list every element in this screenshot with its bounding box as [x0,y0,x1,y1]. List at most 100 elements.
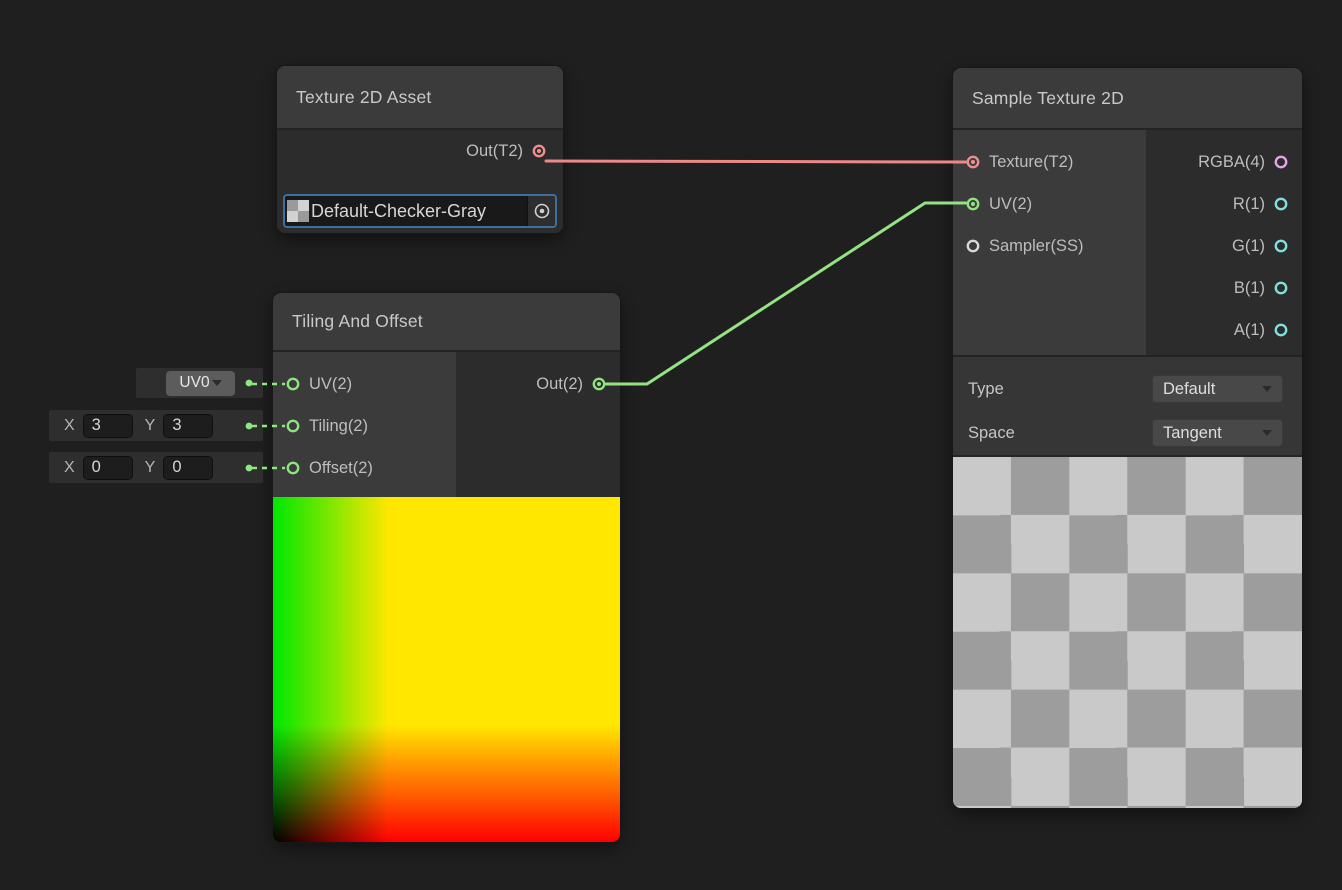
offset-y-field[interactable]: 0 [163,456,213,480]
tiling-x-field[interactable]: 3 [83,414,133,438]
port-row-g1: G(1) [1146,225,1302,267]
port-g1-output[interactable] [1274,239,1288,253]
node-header-tiling-and-offset[interactable]: Tiling And Offset [273,293,620,352]
port-uv2-input[interactable] [286,377,300,391]
shader-graph-canvas[interactable]: Texture 2D Asset Out(T2) Default-Checker… [0,0,1342,890]
port-row-texture: Texture(T2) [953,141,1146,183]
picker-dot [539,209,544,214]
port-ring [288,379,298,389]
port-texture-t2-input[interactable] [966,155,980,169]
port-ring [1276,283,1286,293]
node-sample-texture-2d[interactable]: Sample Texture 2D Texture(T2) UV(2) [953,68,1302,808]
space-dropdown-value: Tangent [1163,424,1260,443]
port-b1-output[interactable] [1274,281,1288,295]
uv-gradient-preview [273,497,620,842]
port-row-uv: UV(2) [953,183,1146,225]
port-label: Out(T2) [466,142,523,161]
node-header-texture-2d-asset[interactable]: Texture 2D Asset [277,66,563,130]
port-ring [1276,241,1286,251]
input-column: Texture(T2) UV(2) Sampler(SS) [953,130,1146,355]
port-label: UV(2) [989,195,1032,214]
output-column: RGBA(4) R(1) G(1) [1146,130,1302,355]
object-field-value: Default-Checker-Gray [311,201,527,222]
port-a1-output[interactable] [1274,323,1288,337]
port-label: RGBA(4) [1198,153,1265,172]
edge-tilingoffset-out-to-sample-uv[interactable] [606,203,966,384]
tiling-value-widget: X 3 Y 3 [49,410,263,441]
uv-channel-dropdown[interactable]: UV0 [166,371,235,396]
node-tiling-and-offset[interactable]: Tiling And Offset UV(2) Tiling(2) [273,293,620,842]
uv-channel-widget: UV0 [136,368,263,398]
port-label: Out(2) [536,375,583,394]
output-column: Out(2) [456,352,620,497]
space-label: Space [968,424,1152,443]
port-ring [288,421,298,431]
port-out2-output[interactable] [592,377,606,391]
port-dot [597,382,601,386]
port-ring [1276,199,1286,209]
edge-textureasset-out-to-sample-texture[interactable] [546,161,966,162]
port-row-sampler: Sampler(SS) [953,225,1146,267]
offset-x-field[interactable]: 0 [83,456,133,480]
type-dropdown-value: Default [1163,380,1260,399]
input-column: UV(2) Tiling(2) Offset(2) [273,352,456,497]
texture-thumbnail-icon [287,200,309,222]
node-settings-section: Type Default Space Tangent [953,355,1302,455]
port-sampler-ss-input[interactable] [966,239,980,253]
connector-dot-tiling [244,421,254,431]
x-label: X [64,417,75,435]
node-title: Texture 2D Asset [296,87,431,108]
chevron-down-icon [212,380,222,386]
port-row-out2: Out(2) [456,363,620,405]
object-picker-button[interactable] [527,196,555,226]
node-texture-2d-asset[interactable]: Texture 2D Asset Out(T2) Default-Checker… [277,66,563,233]
type-dropdown[interactable]: Default [1152,375,1283,403]
port-rgba4-output[interactable] [1274,155,1288,169]
port-row-b1: B(1) [1146,267,1302,309]
port-dot [537,149,541,153]
object-picker-icon [533,202,551,220]
type-row: Type Default [953,367,1302,411]
y-label: Y [145,417,156,435]
port-label: R(1) [1233,195,1265,214]
node-title: Sample Texture 2D [972,88,1124,109]
type-label: Type [968,380,1152,399]
port-row-out-t2: Out(T2) [277,130,563,172]
port-out-t2[interactable] [532,144,546,158]
port-ring [1276,157,1286,167]
y-label: Y [145,459,156,477]
port-uv2-input[interactable] [966,197,980,211]
space-row: Space Tangent [953,411,1302,455]
x-label: X [64,459,75,477]
port-offset2-input[interactable] [286,461,300,475]
port-ring [968,241,978,251]
port-label: A(1) [1234,321,1265,340]
port-row-offset: Offset(2) [273,447,456,489]
port-label: UV(2) [309,375,352,394]
sampled-texture-preview [953,455,1302,808]
chevron-down-icon [1262,430,1272,436]
port-row-a1: A(1) [1146,309,1302,351]
port-r1-output[interactable] [1274,197,1288,211]
port-ring [1276,325,1286,335]
port-row-r1: R(1) [1146,183,1302,225]
tiling-y-field[interactable]: 3 [163,414,213,438]
port-section: Texture(T2) UV(2) Sampler(SS) [953,130,1302,355]
node-title: Tiling And Offset [292,311,423,332]
texture-object-field[interactable]: Default-Checker-Gray [283,194,557,228]
chevron-down-icon [1262,386,1272,392]
port-label: Sampler(SS) [989,237,1083,256]
port-dot [971,160,975,164]
port-section: UV(2) Tiling(2) Offset(2) Out(2) [273,352,620,497]
port-row-tiling: Tiling(2) [273,405,456,447]
port-label: Texture(T2) [989,153,1073,172]
port-label: B(1) [1234,279,1265,298]
port-tiling2-input[interactable] [286,419,300,433]
port-label: Offset(2) [309,459,373,478]
node-body: Out(T2) Default-Checker-Gray [277,130,563,233]
dot [246,464,253,471]
space-dropdown[interactable]: Tangent [1152,419,1283,447]
dot [246,422,253,429]
connector-dot-offset [244,463,254,473]
node-header-sample-texture-2d[interactable]: Sample Texture 2D [953,68,1302,130]
